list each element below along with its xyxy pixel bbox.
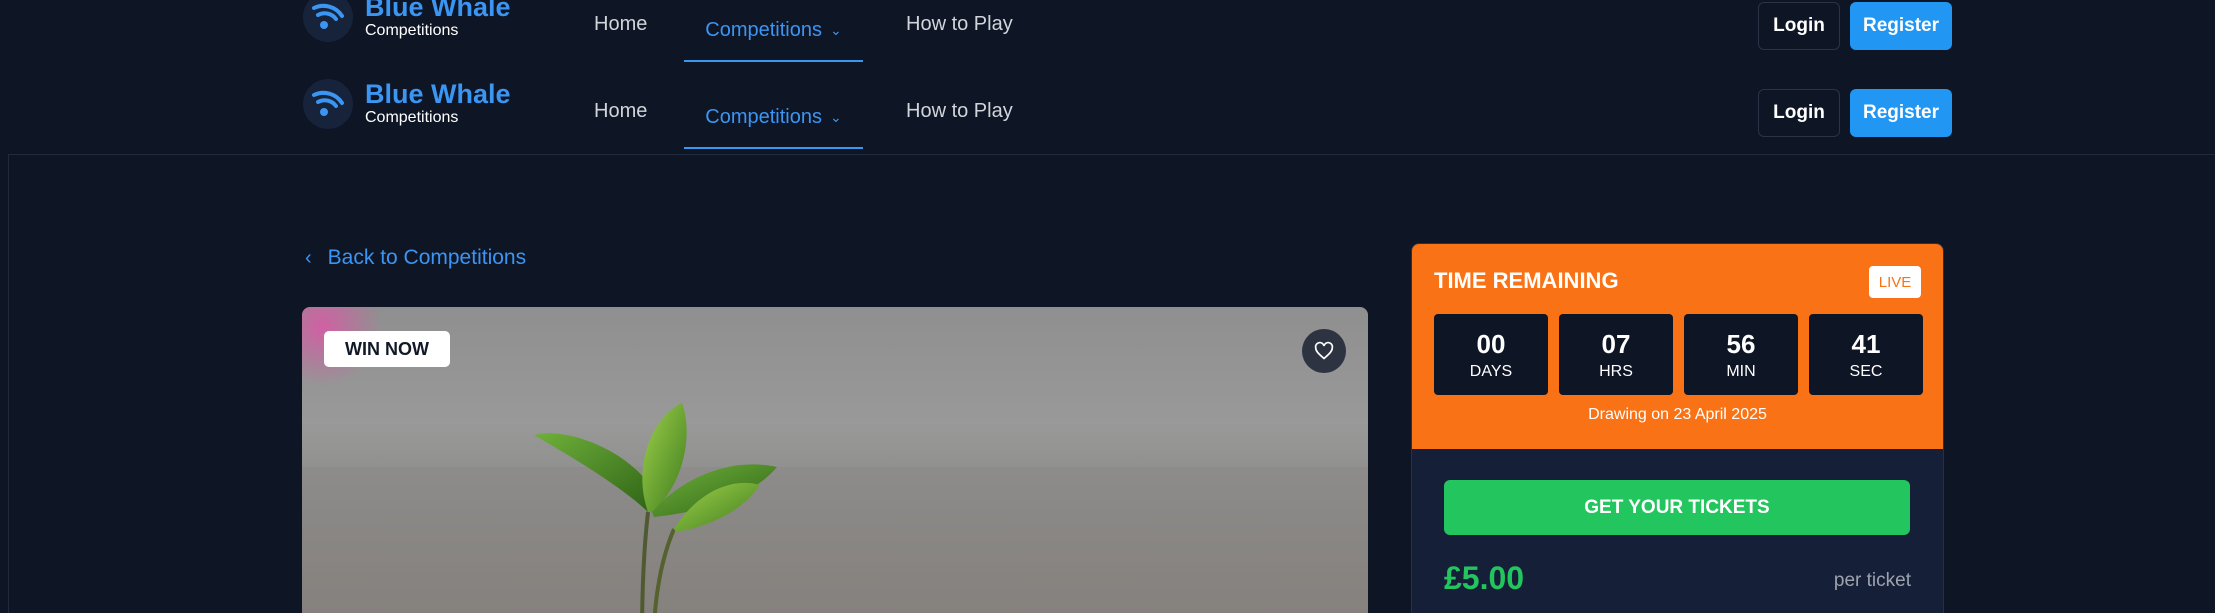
- brand-logo[interactable]: Blue Whale Competitions: [303, 79, 511, 129]
- countdown-row: 00 DAYS 07 HRS 56 MIN 41 SEC: [1434, 314, 1923, 395]
- header: Blue Whale Competitions Home Competition…: [8, 67, 2215, 155]
- register-button[interactable]: Register: [1850, 89, 1952, 137]
- countdown-value: 41: [1851, 328, 1881, 359]
- win-now-badge: WIN NOW: [324, 331, 450, 367]
- drawing-date: Drawing on 23 April 2025: [1588, 406, 1767, 423]
- countdown-days: 00 DAYS: [1434, 314, 1548, 395]
- heart-icon: [1314, 341, 1334, 360]
- login-button[interactable]: Login: [1758, 89, 1840, 137]
- countdown-label: HRS: [1599, 362, 1633, 380]
- favorite-button[interactable]: [1302, 329, 1346, 373]
- brand-subtitle: Competitions: [365, 109, 459, 126]
- countdown-seconds: 41 SEC: [1809, 314, 1923, 395]
- nav-competitions[interactable]: Competitions ⌄: [684, 0, 863, 62]
- nav-home[interactable]: Home: [594, 0, 647, 68]
- countdown-minutes: 56 MIN: [1684, 314, 1798, 395]
- price-unit: per ticket: [1833, 570, 1911, 591]
- nav-home[interactable]: Home: [594, 67, 647, 155]
- chevron-left-icon: ‹: [305, 246, 312, 269]
- header-inner: Blue Whale Competitions Home Competition…: [303, 67, 1952, 155]
- plant-sprout-image: [302, 403, 1368, 613]
- nav-how-to-play[interactable]: How to Play: [906, 0, 1013, 68]
- nav-competitions[interactable]: Competitions ⌄: [684, 87, 863, 149]
- header-inner: Blue Whale Competitions Home Competition…: [303, 0, 1952, 68]
- wifi-logo-icon: [303, 79, 353, 129]
- brand-title: Blue Whale: [365, 0, 511, 22]
- brand-title: Blue Whale: [365, 79, 511, 109]
- ticket-price: £5.00: [1444, 560, 1525, 596]
- countdown-label: SEC: [1849, 362, 1883, 380]
- time-remaining-title: TIME REMAINING: [1434, 268, 1619, 293]
- countdown-label: DAYS: [1469, 362, 1513, 380]
- countdown-hours: 07 HRS: [1559, 314, 1673, 395]
- get-tickets-button[interactable]: GET YOUR TICKETS: [1444, 480, 1910, 535]
- wifi-logo-icon: [303, 0, 353, 42]
- live-badge: LIVE: [1869, 266, 1921, 298]
- chevron-down-icon: ⌄: [830, 21, 842, 38]
- nav-competitions-label: Competitions: [705, 18, 822, 41]
- countdown-value: 07: [1601, 328, 1631, 359]
- nav-how-to-play[interactable]: How to Play: [906, 67, 1013, 155]
- countdown-value: 00: [1476, 328, 1506, 359]
- nav-competitions-label: Competitions: [705, 105, 822, 128]
- competition-image: WIN NOW: [302, 307, 1368, 613]
- countdown-value: 56: [1726, 328, 1756, 359]
- brand-logo[interactable]: Blue Whale Competitions: [303, 0, 511, 42]
- countdown-section: TIME REMAINING LIVE 00 DAYS 07 HRS 56 MI…: [1412, 244, 1943, 449]
- register-button[interactable]: Register: [1850, 2, 1952, 50]
- login-button[interactable]: Login: [1758, 2, 1840, 50]
- header-duplicate: Blue Whale Competitions Home Competition…: [8, 0, 2215, 68]
- brand-subtitle: Competitions: [365, 22, 459, 39]
- ticket-panel: TIME REMAINING LIVE 00 DAYS 07 HRS 56 MI…: [1411, 243, 1944, 613]
- countdown-label: MIN: [1726, 362, 1756, 380]
- back-link-label: Back to Competitions: [327, 246, 527, 269]
- chevron-down-icon: ⌄: [830, 108, 842, 125]
- back-to-competitions-link[interactable]: ‹ Back to Competitions: [305, 246, 526, 270]
